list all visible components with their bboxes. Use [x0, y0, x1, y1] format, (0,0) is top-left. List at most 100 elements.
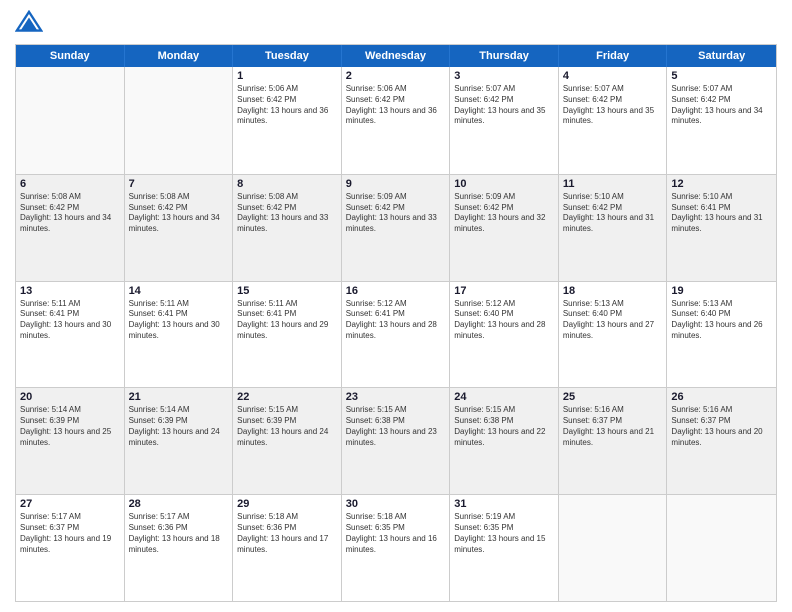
calendar-day-cell: 22Sunrise: 5:15 AM Sunset: 6:39 PM Dayli… — [233, 388, 342, 494]
day-info: Sunrise: 5:07 AM Sunset: 6:42 PM Dayligh… — [563, 84, 663, 127]
day-number: 3 — [454, 70, 554, 82]
page: SundayMondayTuesdayWednesdayThursdayFrid… — [0, 0, 792, 612]
calendar-header: SundayMondayTuesdayWednesdayThursdayFrid… — [16, 45, 776, 67]
calendar-day-cell: 20 Sunrise: 5:14 AM Sunset: 6:39 PM Dayli… — [16, 388, 125, 494]
calendar-day-cell: 12 Sunrise: 5:10 AM Sunset: 6:41 PM Dayli… — [667, 175, 776, 281]
calendar-day-cell: 5 Sunrise: 5:07 AM Sunset: 6:42 PM Daylig… — [667, 67, 776, 174]
day-number: 15 — [237, 285, 337, 297]
calendar-day-cell: 10 Sunrise: 5:09 AM Sunset: 6:42 PM Dayli… — [450, 175, 559, 281]
day-number: 29 — [237, 498, 337, 510]
day-number: 9 — [346, 178, 446, 190]
calendar-day-cell: 1 Sunrise: 5:06 AM Sunset: 6:42 PM Daylig… — [233, 67, 342, 174]
calendar-day-cell: 24 Sunrise: 5:15 AM Sunset: 6:38 PM Dayli… — [450, 388, 559, 494]
day-info: Sunrise: 5:14 AM Sunset: 6:39 PM Dayligh… — [129, 405, 229, 448]
day-info: Sunrise: 5:08 AM Sunset: 6:42 PM Dayligh… — [129, 192, 229, 235]
day-info: Sunrise: 5:18 AM Sunset: 6:35 PM Dayligh… — [346, 512, 446, 555]
calendar-day-cell: 4 Sunrise: 5:07 AM Sunset: 6:42 PM Daylig… — [559, 67, 668, 174]
day-number: 1 — [237, 70, 337, 82]
day-number: 30 — [346, 498, 446, 510]
calendar-row: 20 Sunrise: 5:14 AM Sunset: 6:39 PM Dayli… — [16, 387, 776, 494]
day-info: Sunrise: 5:17 AM Sunset: 6:37 PM Dayligh… — [20, 512, 120, 555]
day-number: 14 — [129, 285, 229, 297]
calendar-row: 1 Sunrise: 5:06 AM Sunset: 6:42 PM Daylig… — [16, 67, 776, 174]
calendar-day-cell: 3 Sunrise: 5:07 AM Sunset: 6:42 PM Daylig… — [450, 67, 559, 174]
calendar-day-cell: 18Sunrise: 5:13 AM Sunset: 6:40 PM Dayli… — [559, 282, 668, 388]
calendar-day-cell: 8 Sunrise: 5:08 AM Sunset: 6:42 PM Daylig… — [233, 175, 342, 281]
day-number: 7 — [129, 178, 229, 190]
day-number: 8 — [237, 178, 337, 190]
calendar-day-cell: 2Sunrise: 5:06 AM Sunset: 6:42 PM Daylig… — [342, 67, 451, 174]
day-info: Sunrise: 5:15 AM Sunset: 6:38 PM Dayligh… — [454, 405, 554, 448]
calendar-day-cell: 13 Sunrise: 5:11 AM Sunset: 6:41 PM Dayli… — [16, 282, 125, 388]
day-info: Sunrise: 5:08 AM Sunset: 6:42 PM Dayligh… — [20, 192, 120, 235]
weekday-header: Saturday — [667, 45, 776, 67]
logo-icon — [15, 10, 43, 38]
weekday-header: Tuesday — [233, 45, 342, 67]
day-info: Sunrise: 5:09 AM Sunset: 6:42 PM Dayligh… — [346, 192, 446, 235]
day-info: Sunrise: 5:06 AM Sunset: 6:42 PM Dayligh… — [237, 84, 337, 127]
logo — [15, 10, 47, 38]
day-info: Sunrise: 5:11 AM Sunset: 6:41 PM Dayligh… — [129, 299, 229, 342]
calendar-day-cell: 27 Sunrise: 5:17 AM Sunset: 6:37 PM Dayli… — [16, 495, 125, 601]
day-number: 5 — [671, 70, 772, 82]
day-number: 28 — [129, 498, 229, 510]
weekday-header: Thursday — [450, 45, 559, 67]
calendar-empty-cell — [125, 67, 234, 174]
day-info: Sunrise: 5:12 AM Sunset: 6:41 PM Dayligh… — [346, 299, 446, 342]
day-number: 10 — [454, 178, 554, 190]
day-number: 27 — [20, 498, 120, 510]
calendar-day-cell: 9 Sunrise: 5:09 AM Sunset: 6:42 PM Daylig… — [342, 175, 451, 281]
calendar-day-cell: 21 Sunrise: 5:14 AM Sunset: 6:39 PM Dayli… — [125, 388, 234, 494]
day-info: Sunrise: 5:09 AM Sunset: 6:42 PM Dayligh… — [454, 192, 554, 235]
day-info: Sunrise: 5:15 AM Sunset: 6:39 PM Dayligh… — [237, 405, 337, 448]
calendar-day-cell: 16 Sunrise: 5:12 AM Sunset: 6:41 PM Dayli… — [342, 282, 451, 388]
day-info: Sunrise: 5:07 AM Sunset: 6:42 PM Dayligh… — [671, 84, 772, 127]
day-number: 24 — [454, 391, 554, 403]
calendar-day-cell: 30 Sunrise: 5:18 AM Sunset: 6:35 PM Dayli… — [342, 495, 451, 601]
weekday-header: Sunday — [16, 45, 125, 67]
day-number: 17 — [454, 285, 554, 297]
calendar: SundayMondayTuesdayWednesdayThursdayFrid… — [15, 44, 777, 602]
day-info: Sunrise: 5:07 AM Sunset: 6:42 PM Dayligh… — [454, 84, 554, 127]
day-number: 20 — [20, 391, 120, 403]
calendar-day-cell: 29 Sunrise: 5:18 AM Sunset: 6:36 PM Dayli… — [233, 495, 342, 601]
day-number: 4 — [563, 70, 663, 82]
day-number: 31 — [454, 498, 554, 510]
day-info: Sunrise: 5:18 AM Sunset: 6:36 PM Dayligh… — [237, 512, 337, 555]
day-number: 21 — [129, 391, 229, 403]
day-info: Sunrise: 5:17 AM Sunset: 6:36 PM Dayligh… — [129, 512, 229, 555]
header — [15, 10, 777, 38]
day-number: 16 — [346, 285, 446, 297]
calendar-day-cell: 6Sunrise: 5:08 AM Sunset: 6:42 PM Daylig… — [16, 175, 125, 281]
weekday-header: Monday — [125, 45, 234, 67]
calendar-day-cell: 17 Sunrise: 5:12 AM Sunset: 6:40 PM Dayli… — [450, 282, 559, 388]
day-number: 19 — [671, 285, 772, 297]
day-number: 23 — [346, 391, 446, 403]
calendar-day-cell: 19Sunrise: 5:13 AM Sunset: 6:40 PM Dayli… — [667, 282, 776, 388]
day-number: 11 — [563, 178, 663, 190]
calendar-row: 6Sunrise: 5:08 AM Sunset: 6:42 PM Daylig… — [16, 174, 776, 281]
day-number: 25 — [563, 391, 663, 403]
day-info: Sunrise: 5:14 AM Sunset: 6:39 PM Dayligh… — [20, 405, 120, 448]
calendar-body: 1 Sunrise: 5:06 AM Sunset: 6:42 PM Daylig… — [16, 67, 776, 601]
day-info: Sunrise: 5:11 AM Sunset: 6:41 PM Dayligh… — [20, 299, 120, 342]
weekday-header: Friday — [559, 45, 668, 67]
day-info: Sunrise: 5:08 AM Sunset: 6:42 PM Dayligh… — [237, 192, 337, 235]
day-info: Sunrise: 5:16 AM Sunset: 6:37 PM Dayligh… — [671, 405, 772, 448]
day-info: Sunrise: 5:10 AM Sunset: 6:41 PM Dayligh… — [671, 192, 772, 235]
weekday-header: Wednesday — [342, 45, 451, 67]
calendar-day-cell: 26 Sunrise: 5:16 AM Sunset: 6:37 PM Dayli… — [667, 388, 776, 494]
calendar-empty-cell — [667, 495, 776, 601]
day-info: Sunrise: 5:15 AM Sunset: 6:38 PM Dayligh… — [346, 405, 446, 448]
day-info: Sunrise: 5:12 AM Sunset: 6:40 PM Dayligh… — [454, 299, 554, 342]
day-number: 2 — [346, 70, 446, 82]
calendar-day-cell: 25Sunrise: 5:16 AM Sunset: 6:37 PM Dayli… — [559, 388, 668, 494]
calendar-day-cell: 7 Sunrise: 5:08 AM Sunset: 6:42 PM Daylig… — [125, 175, 234, 281]
calendar-day-cell: 23 Sunrise: 5:15 AM Sunset: 6:38 PM Dayli… — [342, 388, 451, 494]
day-number: 12 — [671, 178, 772, 190]
calendar-day-cell: 28 Sunrise: 5:17 AM Sunset: 6:36 PM Dayli… — [125, 495, 234, 601]
day-number: 26 — [671, 391, 772, 403]
calendar-row: 13 Sunrise: 5:11 AM Sunset: 6:41 PM Dayli… — [16, 281, 776, 388]
day-info: Sunrise: 5:10 AM Sunset: 6:42 PM Dayligh… — [563, 192, 663, 235]
day-number: 13 — [20, 285, 120, 297]
